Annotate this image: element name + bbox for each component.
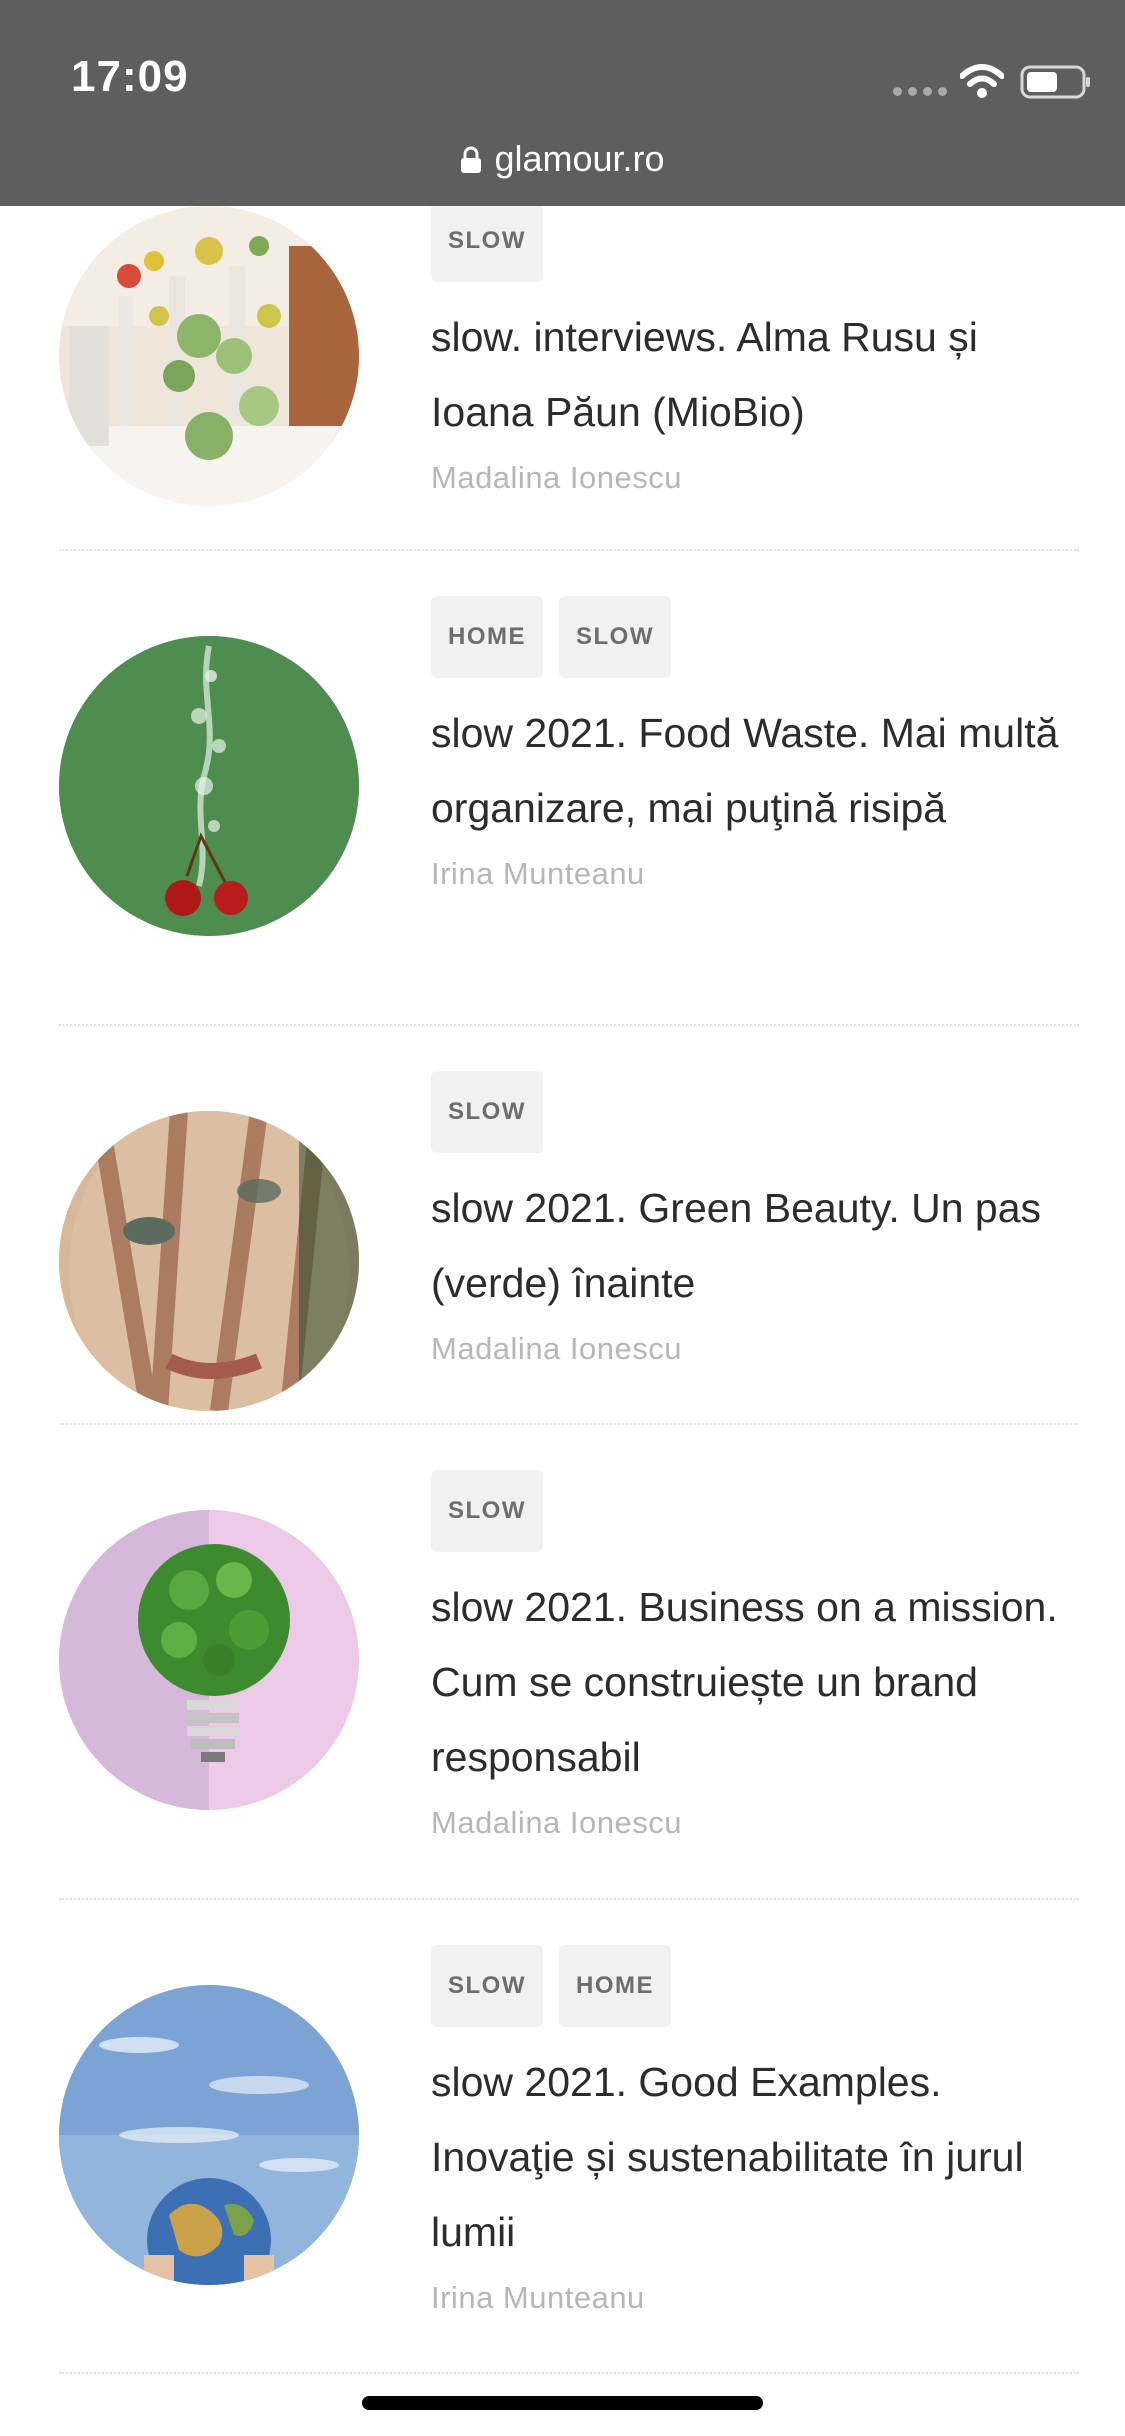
lock-icon bbox=[461, 146, 482, 173]
article-thumbnail[interactable] bbox=[59, 1111, 359, 1411]
tag-badge[interactable]: HOME bbox=[431, 596, 543, 678]
article-author[interactable]: Irina Munteanu bbox=[431, 856, 1091, 892]
tag-badge[interactable]: SLOW bbox=[431, 1470, 543, 1552]
article-author[interactable]: Madalina Ionescu bbox=[431, 1805, 1091, 1841]
tag-list: HOME SLOW bbox=[431, 596, 1091, 678]
tag-list: SLOW bbox=[431, 1470, 1091, 1552]
article-title[interactable]: slow 2021. Good Examples. Inovaţie și su… bbox=[431, 2045, 1091, 2270]
article-author[interactable]: Madalina Ionescu bbox=[431, 1331, 1091, 1367]
divider bbox=[59, 1898, 1079, 1900]
tag-badge[interactable]: SLOW bbox=[431, 200, 543, 282]
article-title[interactable]: slow 2021. Food Waste. Mai multă organiz… bbox=[431, 696, 1091, 846]
flowers-table-photo bbox=[59, 206, 359, 506]
article-title[interactable]: slow 2021. Green Beauty. Un pas (verde) … bbox=[431, 1171, 1091, 1321]
woman-face-shadow-photo bbox=[59, 1111, 359, 1411]
divider bbox=[59, 549, 1079, 551]
url-text[interactable]: glamour.ro bbox=[494, 138, 664, 179]
article-thumbnail[interactable] bbox=[59, 206, 359, 506]
tag-list: SLOW bbox=[431, 1071, 1091, 1153]
article-title[interactable]: slow 2021. Business on a mission. Cum se… bbox=[431, 1570, 1091, 1795]
browser-status-bar: 17:09 glamour.ro bbox=[0, 0, 1125, 206]
tag-badge[interactable]: SLOW bbox=[431, 1071, 543, 1153]
green-lightbulb-photo bbox=[59, 1510, 359, 1810]
divider bbox=[59, 2372, 1079, 2374]
cellular-signal-icon bbox=[893, 87, 947, 96]
article-author[interactable]: Madalina Ionescu bbox=[431, 460, 1091, 496]
wifi-icon bbox=[960, 64, 1004, 98]
globe-in-hands-photo bbox=[59, 1985, 359, 2285]
divider bbox=[59, 1024, 1079, 1026]
tag-list: SLOW HOME bbox=[431, 1945, 1091, 2027]
article-thumbnail[interactable] bbox=[59, 1985, 359, 2285]
cherries-in-water-photo bbox=[59, 636, 359, 936]
article-author[interactable]: Irina Munteanu bbox=[431, 2280, 1091, 2316]
tag-badge[interactable]: SLOW bbox=[559, 596, 671, 678]
tag-badge[interactable]: SLOW bbox=[431, 1945, 543, 2027]
address-bar[interactable]: glamour.ro bbox=[0, 138, 1125, 180]
divider bbox=[59, 1423, 1079, 1425]
home-indicator[interactable] bbox=[362, 2396, 763, 2410]
article-thumbnail[interactable] bbox=[59, 1510, 359, 1810]
status-time: 17:09 bbox=[71, 52, 189, 101]
article-thumbnail[interactable] bbox=[59, 636, 359, 936]
battery-icon bbox=[1020, 65, 1090, 99]
tag-list: SLOW bbox=[431, 200, 1091, 282]
tag-badge[interactable]: HOME bbox=[559, 1945, 671, 2027]
article-title[interactable]: slow. interviews. Alma Rusu și Ioana Pău… bbox=[431, 300, 1091, 450]
